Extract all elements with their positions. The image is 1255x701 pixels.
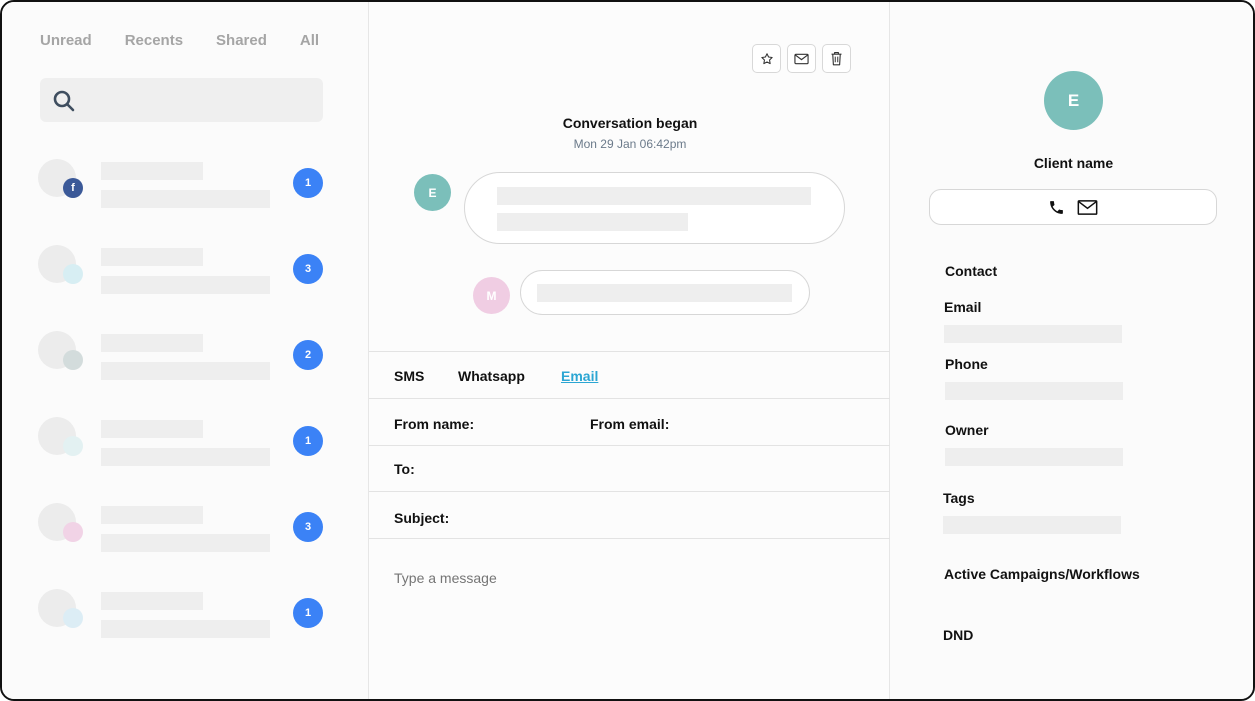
message-input[interactable] — [394, 570, 864, 586]
channel-tabs: SMS Whatsapp Email — [369, 351, 891, 399]
search-input[interactable] — [40, 78, 323, 122]
tab-all[interactable]: All — [300, 32, 319, 49]
tab-unread[interactable]: Unread — [40, 32, 92, 49]
app-window: Unread Recents Shared All f 1 3 2 1 3 1 … — [0, 0, 1255, 701]
preview-placeholder — [101, 362, 270, 380]
to-row: To: — [369, 446, 891, 492]
tab-email[interactable]: Email — [561, 368, 598, 384]
client-details-panel: E Client name Contact Email Phone Owner … — [890, 2, 1253, 699]
preview-placeholder — [101, 620, 270, 638]
list-item[interactable]: 3 — [38, 245, 328, 305]
subject-field[interactable]: Subject: — [394, 510, 449, 526]
list-item[interactable]: 2 — [38, 331, 328, 391]
phone-value-placeholder[interactable] — [945, 382, 1123, 400]
client-avatar: E — [1044, 71, 1103, 130]
conversation-toolbar — [752, 44, 851, 73]
message-text-placeholder — [497, 213, 688, 231]
list-item[interactable]: 1 — [38, 589, 328, 649]
unread-count-badge: 3 — [293, 254, 323, 284]
preview-placeholder — [101, 276, 270, 294]
preview-placeholder — [101, 534, 270, 552]
phone-icon[interactable] — [1048, 199, 1065, 216]
list-item[interactable]: f 1 — [38, 159, 328, 219]
unread-count-badge: 1 — [293, 168, 323, 198]
preview-placeholder — [101, 190, 270, 208]
channel-dot-icon — [63, 436, 83, 456]
conversation-began-time: Mon 29 Jan 06:42pm — [573, 137, 687, 151]
phone-label: Phone — [945, 356, 988, 372]
owner-value-placeholder[interactable] — [945, 448, 1123, 466]
unread-count-badge: 1 — [293, 426, 323, 456]
user-avatar: M — [473, 277, 510, 314]
message-text-placeholder — [497, 187, 811, 205]
channel-dot-icon — [63, 264, 83, 284]
contact-actions — [929, 189, 1217, 225]
star-icon — [760, 52, 773, 64]
unread-count-badge: 1 — [293, 598, 323, 628]
list-item[interactable]: 1 — [38, 417, 328, 477]
conversation-began-label: Conversation began — [562, 115, 698, 131]
mail-button[interactable] — [787, 44, 816, 73]
subject-row: Subject: — [369, 492, 891, 539]
from-name-field[interactable]: From name: — [394, 416, 474, 432]
name-placeholder — [101, 334, 203, 352]
name-placeholder — [101, 162, 203, 180]
name-placeholder — [101, 248, 203, 266]
dnd-label: DND — [943, 627, 974, 643]
tab-sms[interactable]: SMS — [394, 368, 424, 384]
mail-icon — [794, 53, 809, 64]
mail-icon[interactable] — [1077, 199, 1098, 215]
tags-value-placeholder[interactable] — [943, 516, 1121, 534]
email-label: Email — [944, 299, 982, 315]
tags-label: Tags — [943, 490, 975, 506]
to-field[interactable]: To: — [394, 461, 415, 477]
channel-dot-icon — [63, 350, 83, 370]
email-value-placeholder[interactable] — [944, 325, 1122, 343]
contact-heading: Contact — [945, 263, 998, 279]
tab-shared[interactable]: Shared — [216, 32, 267, 49]
conversation-panel: Conversation began Mon 29 Jan 06:42pm E … — [368, 2, 891, 699]
owner-label: Owner — [945, 422, 989, 438]
client-avatar: E — [414, 174, 451, 211]
name-placeholder — [101, 592, 203, 610]
filter-tabs: Unread Recents Shared All — [40, 32, 319, 49]
tab-recents[interactable]: Recents — [125, 32, 183, 49]
channel-dot-icon — [63, 608, 83, 628]
message-text-placeholder — [537, 284, 792, 302]
unread-count-badge: 3 — [293, 512, 323, 542]
tab-whatsapp[interactable]: Whatsapp — [458, 368, 525, 384]
from-row: From name: From email: — [369, 399, 891, 446]
facebook-icon: f — [63, 178, 83, 198]
trash-icon — [831, 52, 842, 66]
channel-dot-icon — [63, 522, 83, 542]
unread-count-badge: 2 — [293, 340, 323, 370]
preview-placeholder — [101, 448, 270, 466]
client-name: Client name — [1033, 155, 1114, 171]
star-button[interactable] — [752, 44, 781, 73]
campaigns-label: Active Campaigns/Workflows — [944, 566, 1140, 582]
outgoing-message-bubble — [520, 270, 810, 315]
search-icon — [53, 90, 75, 112]
incoming-message-bubble — [464, 172, 845, 244]
name-placeholder — [101, 420, 203, 438]
conversation-list-panel: Unread Recents Shared All f 1 3 2 1 3 1 — [2, 2, 368, 699]
list-item[interactable]: 3 — [38, 503, 328, 563]
delete-button[interactable] — [822, 44, 851, 73]
from-email-field[interactable]: From email: — [590, 416, 669, 432]
name-placeholder — [101, 506, 203, 524]
